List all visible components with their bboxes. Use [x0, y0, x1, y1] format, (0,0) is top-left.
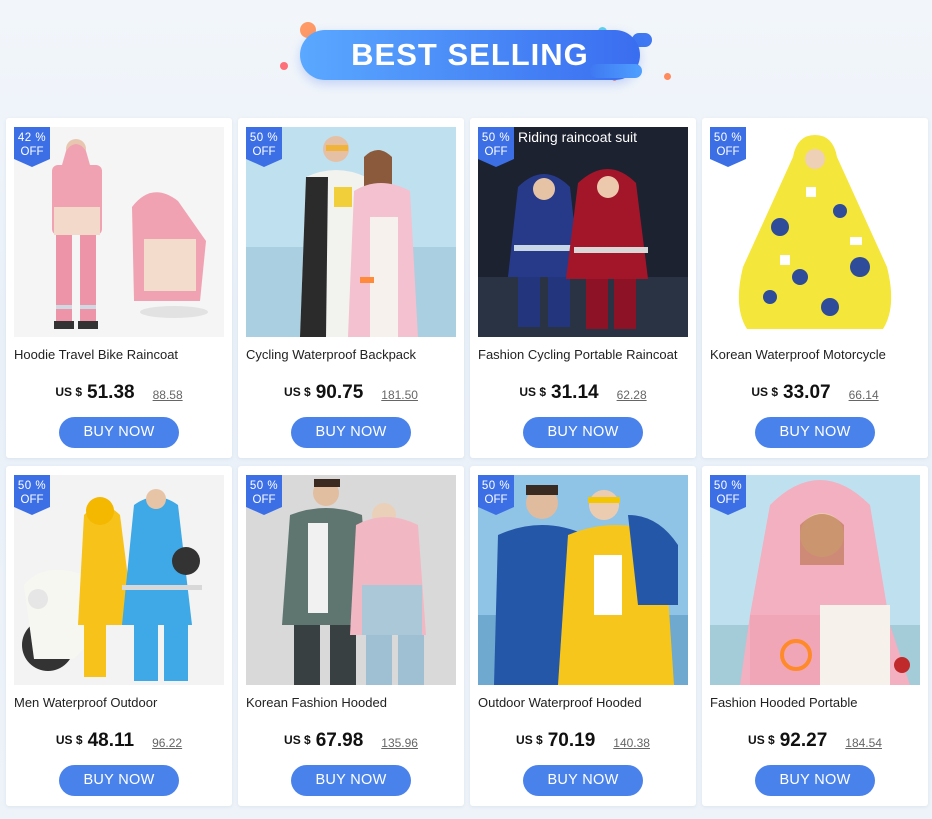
product-card[interactable]: 50 % OFF Korean Waterproof Motorcycle US… — [702, 118, 928, 458]
discount-percent: 42 % — [17, 132, 47, 144]
original-price: 62.28 — [616, 388, 647, 402]
buy-now-button[interactable]: BUY NOW — [755, 765, 875, 796]
original-price: 135.96 — [381, 736, 418, 750]
sale-price: 67.98 — [315, 730, 364, 751]
currency-label: US $ — [516, 733, 543, 747]
price-row: US $ 51.38 88.58 — [6, 382, 232, 406]
discount-badge: 42 % OFF — [14, 127, 50, 167]
discount-off-label: OFF — [252, 146, 276, 158]
product-title[interactable]: Cycling Waterproof Backpack — [246, 347, 460, 362]
discount-off-label: OFF — [20, 146, 44, 158]
original-price: 140.38 — [613, 736, 650, 750]
currency-label: US $ — [55, 385, 83, 399]
product-title[interactable]: Outdoor Waterproof Hooded — [478, 695, 692, 710]
currency-label: US $ — [284, 733, 311, 747]
original-price: 66.14 — [848, 388, 879, 402]
product-card[interactable]: 50 % OFF Men Waterproof Outdoor US $ 48.1… — [6, 466, 232, 806]
discount-off-label: OFF — [716, 146, 740, 158]
product-title[interactable]: Men Waterproof Outdoor — [14, 695, 228, 710]
currency-label: US $ — [519, 385, 547, 399]
buy-now-button[interactable]: BUY NOW — [59, 417, 179, 448]
price-row: US $ 48.11 96.22 — [6, 730, 232, 754]
product-title[interactable]: Fashion Cycling Portable Raincoat — [478, 347, 692, 362]
sale-price: 92.27 — [779, 730, 828, 751]
price-row: US $ 31.14 62.28 — [470, 382, 696, 406]
original-price: 181.50 — [381, 388, 418, 402]
product-title[interactable]: Fashion Hooded Portable — [710, 695, 924, 710]
discount-percent: 50 % — [713, 132, 743, 144]
product-card[interactable]: Riding raincoat suit 50 % OFF Fashion Cy… — [470, 118, 696, 458]
discount-percent: 50 % — [481, 132, 511, 144]
buy-now-button[interactable]: BUY NOW — [523, 765, 643, 796]
decor-dot — [280, 62, 288, 70]
discount-off-label: OFF — [484, 494, 508, 506]
price-row: US $ 33.07 66.14 — [702, 382, 928, 406]
product-card[interactable]: 42 % OFF Hoodie Travel Bike Raincoat US … — [6, 118, 232, 458]
discount-badge: 50 % OFF — [710, 127, 746, 167]
discount-badge: 50 % OFF — [478, 475, 514, 515]
discount-badge: 50 % OFF — [246, 127, 282, 167]
product-title[interactable]: Korean Waterproof Motorcycle — [710, 347, 924, 362]
product-title[interactable]: Korean Fashion Hooded — [246, 695, 460, 710]
original-price: 88.58 — [152, 388, 183, 402]
discount-badge: 50 % OFF — [246, 475, 282, 515]
product-card[interactable]: 50 % OFF Outdoor Waterproof Hooded US $ 7… — [470, 466, 696, 806]
sale-price: 48.11 — [87, 730, 135, 751]
discount-off-label: OFF — [20, 494, 44, 506]
buy-now-button[interactable]: BUY NOW — [59, 765, 179, 796]
discount-off-label: OFF — [716, 494, 740, 506]
discount-percent: 50 % — [249, 480, 279, 492]
photo-caption: Riding raincoat suit — [518, 129, 638, 145]
product-title[interactable]: Hoodie Travel Bike Raincoat — [14, 347, 228, 362]
original-price: 96.22 — [152, 736, 183, 750]
discount-percent: 50 % — [481, 480, 511, 492]
sale-price: 31.14 — [551, 382, 599, 403]
sale-price: 90.75 — [315, 382, 364, 403]
currency-label: US $ — [751, 385, 779, 399]
product-grid: 42 % OFF Hoodie Travel Bike Raincoat US … — [6, 118, 928, 810]
discount-badge: 50 % OFF — [478, 127, 514, 167]
discount-off-label: OFF — [484, 146, 508, 158]
price-row: US $ 90.75 181.50 — [238, 382, 464, 406]
decor-dot — [664, 73, 671, 80]
buy-now-button[interactable]: BUY NOW — [291, 765, 411, 796]
product-card[interactable]: 50 % OFF Fashion Hooded Portable US $ 92.… — [702, 466, 928, 806]
price-row: US $ 67.98 135.96 — [238, 730, 464, 754]
currency-label: US $ — [284, 385, 311, 399]
original-price: 184.54 — [845, 736, 882, 750]
buy-now-button[interactable]: BUY NOW — [291, 417, 411, 448]
discount-percent: 50 % — [713, 480, 743, 492]
sale-price: 51.38 — [87, 382, 135, 403]
product-card[interactable]: 50 % OFF Korean Fashion Hooded US $ 67.98… — [238, 466, 464, 806]
currency-label: US $ — [748, 733, 775, 747]
sale-price: 70.19 — [547, 730, 596, 751]
discount-badge: 50 % OFF — [710, 475, 746, 515]
discount-percent: 50 % — [17, 480, 47, 492]
buy-now-button[interactable]: BUY NOW — [523, 417, 643, 448]
price-row: US $ 92.27 184.54 — [702, 730, 928, 754]
discount-badge: 50 % OFF — [14, 475, 50, 515]
buy-now-button[interactable]: BUY NOW — [755, 417, 875, 448]
currency-label: US $ — [55, 733, 83, 747]
product-card[interactable]: 50 % OFF Cycling Waterproof Backpack US … — [238, 118, 464, 458]
discount-percent: 50 % — [249, 132, 279, 144]
price-row: US $ 70.19 140.38 — [470, 730, 696, 754]
sale-price: 33.07 — [783, 382, 831, 403]
discount-off-label: OFF — [252, 494, 276, 506]
banner-title: BEST SELLING — [351, 37, 589, 72]
best-selling-banner: BEST SELLING — [0, 0, 932, 110]
